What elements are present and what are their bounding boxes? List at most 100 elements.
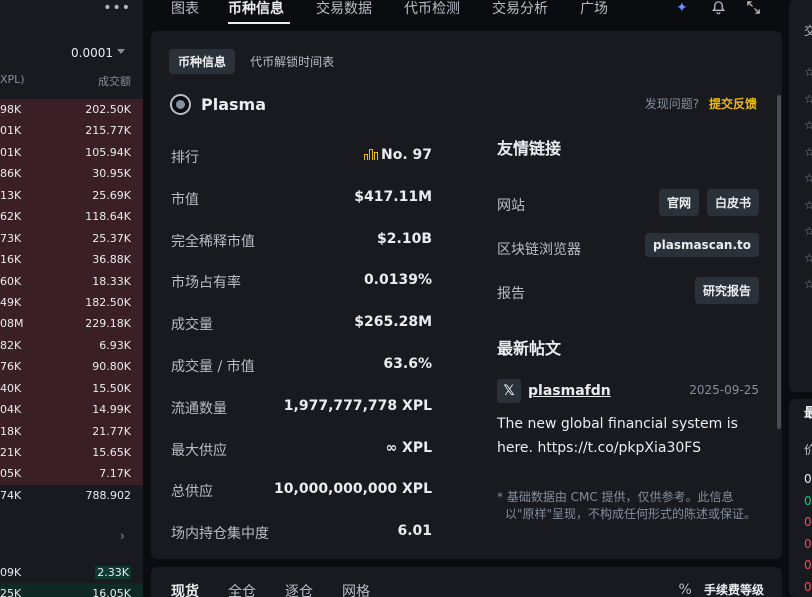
plasma-logo-icon [170,94,191,115]
ask-row[interactable]: 86K 30.95K [0,163,143,185]
precision-select[interactable]: 0.0001 [0,44,143,64]
rank-podium-icon [363,148,378,160]
ask-total: 6.93K [99,338,131,352]
ask-row[interactable]: 13K 25.69K [0,184,143,207]
scrollbar[interactable] [777,95,781,429]
link-button[interactable]: 研究报告 [694,277,759,304]
fee-level-label: 手续费等级 [703,583,764,597]
trade-price: 0 [804,472,812,486]
fee-level[interactable]: % 手续费等级 [678,581,764,597]
star-icon[interactable]: ☆ [804,277,812,291]
tab-spot[interactable]: 现货 [171,581,199,597]
ask-row[interactable]: 60K 18.33K [0,270,143,292]
stat-value: 10,000,000,000 XPL [274,481,432,498]
subtab-unlock-schedule[interactable]: 代币解锁时间表 [250,49,334,74]
tab-square[interactable]: 广场 [580,0,608,18]
stat-value: 0.0139% [363,272,432,289]
ask-row[interactable]: 73K 25.37K [0,227,143,250]
bid-amount: 25K [0,587,22,597]
ask-row[interactable]: 21K 15.65K [0,442,143,464]
app-root: ••• 0.0001 XPL) 成交额 98K 202.50K 01K 215.77K… [0,0,812,597]
stat-row: 市场占有率 0.0139% [171,269,432,311]
post-text[interactable]: The new global financial system is here.… [497,412,747,460]
stat-label: 市值 [171,191,199,208]
ask-amount: 86K [0,167,22,181]
ai-sparkle-icon[interactable]: ✦ [676,0,688,16]
star-icon[interactable]: ☆ [804,65,812,79]
ask-total: 202.50K [85,103,131,116]
trades-header-price: 价 [804,443,812,457]
ask-rows: 98K 202.50K 01K 215.77K 01K 105.94K 86K 30.95K 1… [0,99,143,506]
caret-down-icon [117,49,125,54]
tab-cross[interactable]: 全仓 [228,581,256,597]
ask-row[interactable]: 16K 36.88K [0,249,143,271]
market-tab-label[interactable]: 交 [804,22,812,39]
ask-total: 15.65K [92,446,131,459]
ask-row[interactable]: 49K 182.50K [0,291,143,314]
star-icon[interactable]: ☆ [804,171,812,185]
posts-title: 最新帖文 [497,339,562,358]
stat-label: 流通数量 [171,400,227,417]
star-icon[interactable]: ☆ [804,251,812,265]
tab-trade-analysis[interactable]: 交易分析 [492,0,548,18]
tab-chart[interactable]: 图表 [171,0,199,18]
stat-value: $265.28M [354,314,432,331]
more-menu-icon[interactable]: ••• [103,0,131,16]
star-icon[interactable]: ☆ [804,198,812,212]
top-nav: 图表 币种信息 交易数据 代币检测 交易分析 广场 ✦ [151,0,781,24]
coin-info-panel: 币种信息 代币解锁时间表 Plasma 发现问题? 提交反馈 排行 No. 97 市… [151,31,782,559]
ask-amount: 21K [0,446,22,459]
ask-row[interactable]: 40K 15.50K [0,377,143,400]
links-rows: 网站 官网 白皮书 区块链浏览器 plasmascan.to 报告 研究报告 [497,189,759,321]
ask-row[interactable]: 82K 6.93K [0,334,143,357]
submit-feedback-link[interactable]: 提交反馈 [709,97,757,111]
ask-total: 7.17K [99,467,131,481]
stat-value: 1,977,777,778 XPL [283,397,432,414]
expand-icon[interactable] [746,0,761,19]
stat-row: 成交量 $265.28M [171,311,432,353]
tab-isolated[interactable]: 逐仓 [285,581,313,597]
ask-row[interactable]: 62K 118.64K [0,206,143,228]
ask-row[interactable]: 05K 7.17K [0,463,143,485]
stat-row: 完全稀释市值 $2.10B [171,228,432,270]
ask-row[interactable]: 04K 14.99K [0,399,143,421]
stat-value: ∞ XPL [385,439,432,456]
tab-token-check[interactable]: 代币检测 [404,0,460,18]
coin-name: Plasma [201,95,266,114]
bid-row[interactable]: 09K 2.33K [0,562,143,583]
link-label: 区块链浏览器 [497,242,581,258]
star-icon[interactable]: ☆ [804,145,812,159]
ask-row[interactable]: 76K 90.80K [0,356,143,378]
star-icon[interactable]: ☆ [804,224,812,238]
ask-amount: 60K [0,274,22,288]
stat-value: 63.6% [383,355,432,372]
post-handle-link[interactable]: plasmafdn [528,383,611,399]
link-row: 报告 研究报告 [497,277,759,321]
stat-row: 流通数量 1,977,777,778 XPL [171,395,432,437]
stat-value: No. 97 [363,147,432,163]
summary-row: 74K 788.902 [0,485,143,506]
chevron-right-icon[interactable]: › [120,529,125,544]
stat-row: 最大供应 ∞ XPL [171,437,432,479]
ask-row[interactable]: 98K 202.50K [0,99,143,121]
bid-row[interactable]: 25K 16.05K [0,583,143,597]
link-button[interactable]: 白皮书 [706,189,759,216]
ask-row[interactable]: 08M 229.18K [0,313,143,335]
link-button[interactable]: plasmascan.to [645,233,759,257]
link-button[interactable]: 官网 [658,189,699,216]
ask-amount: 05K [0,467,22,481]
star-icon[interactable]: ☆ [804,92,812,106]
summary-total: 788.902 [85,488,132,502]
ask-total: 25.37K [92,231,131,245]
tab-grid[interactable]: 网格 [342,581,370,597]
bell-icon[interactable] [711,0,726,19]
ask-amount: 04K [0,403,22,417]
ask-row[interactable]: 18K 21.77K [0,420,143,442]
ask-row[interactable]: 01K 105.94K [0,141,143,164]
tab-coin-info[interactable]: 币种信息 [228,0,284,18]
star-icon[interactable]: ☆ [804,118,812,132]
stat-value: 6.01 [397,523,432,540]
tab-trade-data[interactable]: 交易数据 [316,0,372,18]
subtab-coin-info[interactable]: 币种信息 [169,49,236,74]
ask-row[interactable]: 01K 215.77K [0,120,143,142]
